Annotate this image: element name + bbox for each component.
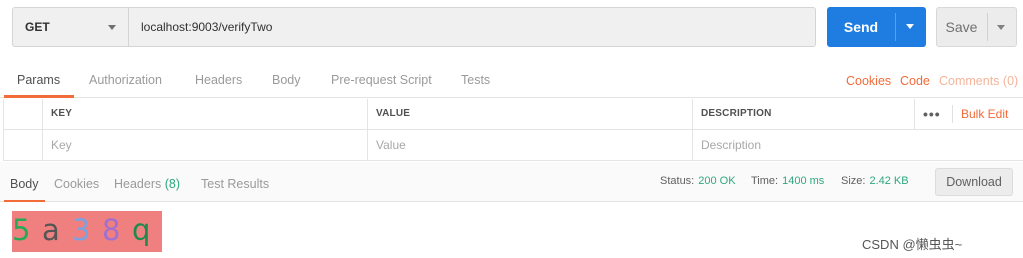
headers-count-badge: (8)	[164, 177, 181, 191]
response-tab-headers[interactable]: Headers (8)	[114, 177, 180, 191]
save-divider	[987, 13, 988, 41]
captcha-char: 3	[72, 213, 91, 247]
captcha-char: q	[132, 213, 151, 247]
send-options-chevron-icon[interactable]	[906, 24, 914, 29]
description-input[interactable]: Description	[692, 130, 1023, 160]
checkbox-column-header	[3, 99, 42, 129]
cookies-link[interactable]: Cookies	[846, 74, 891, 88]
size-value: 2.42 KB	[869, 175, 909, 187]
row-checkbox-cell	[3, 130, 42, 160]
captcha-char: 8	[102, 213, 121, 247]
params-table: KEY VALUE DESCRIPTION ••• Bulk Edit Key …	[3, 99, 1023, 161]
value-column-header: VALUE	[367, 99, 692, 129]
request-bar: GET localhost:9003/verifyTwo Send Save	[12, 7, 1017, 47]
captcha-char: a	[42, 213, 60, 247]
params-header-row: KEY VALUE DESCRIPTION ••• Bulk Edit	[3, 99, 1023, 130]
response-tab-cookies[interactable]: Cookies	[54, 177, 99, 191]
active-response-tab-indicator	[4, 200, 45, 202]
response-tab-test-results[interactable]: Test Results	[201, 177, 269, 191]
key-column-header: KEY	[42, 99, 367, 129]
key-input[interactable]: Key	[42, 130, 367, 160]
time-readout: Time: 1400 ms	[751, 175, 824, 187]
time-label: Time:	[751, 175, 779, 187]
comments-link[interactable]: Comments (0)	[939, 74, 1018, 88]
description-column-header: DESCRIPTION	[692, 99, 914, 129]
chevron-down-icon	[108, 25, 116, 30]
send-divider	[895, 13, 896, 41]
captcha-char: 5	[12, 213, 31, 247]
params-empty-row: Key Value Description	[3, 130, 1023, 161]
request-tabs: Params Authorization Headers Body Pre-re…	[0, 60, 1023, 98]
watermark: CSDN @懒虫虫~	[862, 237, 963, 252]
size-label: Size:	[841, 175, 866, 187]
download-button[interactable]: Download	[935, 168, 1013, 196]
send-button-group: Send	[827, 7, 926, 47]
method-value: GET	[25, 20, 50, 34]
time-value: 1400 ms	[782, 175, 825, 187]
value-input[interactable]: Value	[367, 130, 692, 160]
save-button-group: Save	[936, 7, 1017, 47]
response-tab-headers-label: Headers	[114, 177, 162, 191]
code-link[interactable]: Code	[900, 74, 930, 88]
status-label: Status:	[660, 175, 695, 187]
size-readout: Size: 2.42 KB	[841, 175, 909, 187]
captcha-image: 5 a 3 8 q	[12, 211, 162, 252]
tab-authorization[interactable]: Authorization	[89, 73, 162, 87]
response-tabs: Body Cookies Headers (8) Test Results St…	[0, 162, 1023, 202]
url-value: localhost:9003/verifyTwo	[141, 20, 273, 34]
tab-tests[interactable]: Tests	[461, 73, 490, 87]
tab-headers[interactable]: Headers	[195, 73, 242, 87]
status-value: 200 OK	[698, 175, 736, 187]
active-tab-indicator	[4, 95, 74, 98]
save-options-chevron-icon[interactable]	[997, 25, 1005, 30]
tab-body[interactable]: Body	[272, 73, 301, 87]
method-select[interactable]: GET	[12, 7, 129, 47]
actions-divider	[952, 105, 953, 123]
save-button[interactable]: Save	[937, 8, 986, 46]
status-readout: Status: 200 OK	[660, 175, 736, 187]
send-button[interactable]: Send	[827, 7, 895, 47]
response-tab-body[interactable]: Body	[10, 177, 39, 191]
bulk-edit-link[interactable]: Bulk Edit	[961, 107, 1008, 121]
tab-pre-request-script[interactable]: Pre-request Script	[331, 73, 432, 87]
url-input[interactable]: localhost:9003/verifyTwo	[128, 7, 816, 47]
more-options-icon[interactable]: •••	[923, 106, 941, 122]
tab-params[interactable]: Params	[17, 73, 60, 87]
